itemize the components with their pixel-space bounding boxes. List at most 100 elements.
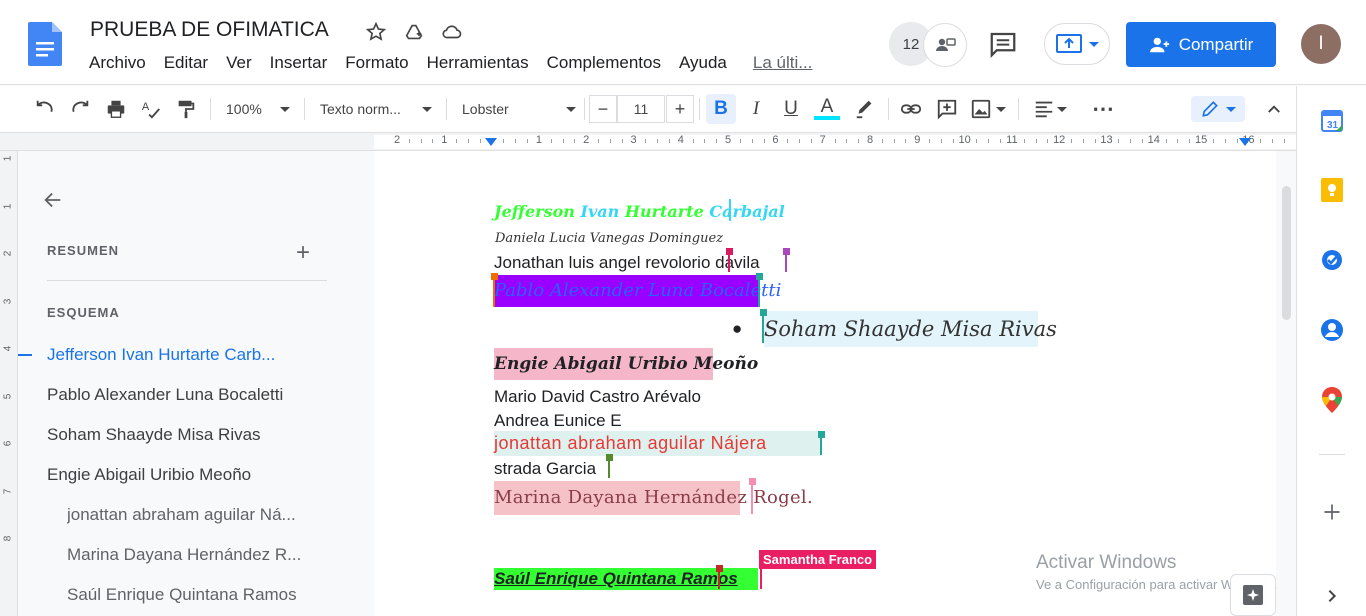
- ruler-tick: [479, 139, 481, 143]
- outline-item[interactable]: jonattan abraham aguilar Ná...: [67, 505, 317, 525]
- outline-item[interactable]: Jefferson Ivan Hurtarte Carb...: [47, 345, 347, 365]
- outline-item[interactable]: Engie Abigail Uribio Meoño: [47, 465, 347, 485]
- ruler-tick: [976, 139, 978, 143]
- menu-editar[interactable]: Editar: [155, 53, 217, 73]
- present-button[interactable]: [1044, 23, 1110, 65]
- paragraph-style-select[interactable]: Texto norm...: [316, 96, 436, 122]
- document-page[interactable]: Jefferson Ivan Hurtarte Carbajal Daniela…: [374, 151, 1276, 616]
- outline-item[interactable]: Marina Dayana Hernández R...: [67, 545, 317, 565]
- ruler-tick: [668, 139, 670, 143]
- menu-ver[interactable]: Ver: [217, 53, 261, 73]
- underline-button[interactable]: U: [777, 96, 805, 122]
- document-title[interactable]: PRUEBA DE OFIMATICA: [90, 18, 329, 42]
- paragraph-line[interactable]: strada Garcia: [494, 459, 596, 479]
- paragraph-line[interactable]: Mario David Castro Arévalo: [494, 387, 701, 407]
- divider: [47, 280, 327, 281]
- menu-complementos[interactable]: Complementos: [538, 53, 670, 73]
- paragraph-line[interactable]: Jefferson Ivan Hurtarte Carbajal: [494, 202, 785, 221]
- ruler-tick: [952, 139, 954, 143]
- tasks-icon[interactable]: [1319, 247, 1345, 273]
- maps-icon[interactable]: [1319, 387, 1345, 413]
- ruler-number: 4: [2, 345, 14, 352]
- menu-formato[interactable]: Formato: [336, 53, 417, 73]
- pencil-icon: [1202, 101, 1218, 117]
- ruler-tick: [929, 139, 931, 143]
- chevron-right-icon[interactable]: [1319, 583, 1345, 609]
- keep-icon[interactable]: [1319, 177, 1345, 203]
- add-addon-icon[interactable]: [1319, 499, 1345, 525]
- ruler-number: 1: [2, 155, 14, 162]
- ruler-tick: [1224, 139, 1226, 143]
- highlight-icon[interactable]: [852, 96, 878, 122]
- more-options-icon[interactable]: ⋯: [1090, 96, 1116, 122]
- back-arrow-icon[interactable]: [40, 189, 66, 216]
- outline-item[interactable]: Saúl Enrique Quintana Ramos: [67, 585, 317, 605]
- text-color-button[interactable]: A: [812, 96, 842, 122]
- explore-button[interactable]: [1230, 574, 1276, 616]
- ruler-tick: [692, 139, 694, 143]
- outline-item[interactable]: Pablo Alexander Luna Bocaletti: [47, 385, 347, 405]
- font-size-input[interactable]: 11: [617, 95, 665, 123]
- paragraph-line[interactable]: Andrea Eunice E: [494, 411, 622, 431]
- watermark-title: Activar Windows: [1036, 552, 1177, 573]
- align-icon[interactable]: [1030, 96, 1070, 122]
- ruler-tick: [1130, 139, 1132, 143]
- paragraph-line[interactable]: Engie Abigail Uribio Meoño: [494, 348, 758, 380]
- redo-icon[interactable]: [67, 96, 93, 122]
- document-canvas[interactable]: Jefferson Ivan Hurtarte Carbajal Daniela…: [374, 151, 1296, 616]
- chevron-up-icon[interactable]: [1262, 96, 1286, 122]
- insert-image-icon[interactable]: [968, 96, 1008, 122]
- add-summary-button[interactable]: +: [296, 239, 310, 267]
- star-icon[interactable]: [364, 20, 388, 44]
- zoom-select[interactable]: 100%: [222, 96, 294, 122]
- outline-item[interactable]: Soham Shaayde Misa Rivas: [47, 425, 347, 445]
- menu-ayuda[interactable]: Ayuda: [670, 53, 736, 73]
- paragraph-line[interactable]: Daniela Lucia Vanegas Dominguez: [495, 231, 723, 246]
- chevron-down-icon: [1057, 106, 1067, 112]
- menu-archivo[interactable]: Archivo: [80, 53, 155, 73]
- calendar-icon[interactable]: 31: [1319, 108, 1345, 134]
- bold-button[interactable]: B: [706, 94, 736, 124]
- move-to-drive-icon[interactable]: [402, 20, 426, 44]
- share-button[interactable]: Compartir: [1126, 22, 1276, 67]
- increase-font-size-button[interactable]: +: [666, 95, 694, 123]
- undo-icon[interactable]: [32, 96, 58, 122]
- font-select[interactable]: Lobster: [458, 96, 580, 122]
- paragraph-line[interactable]: Marina Dayana Hernández Rogel.: [494, 481, 813, 515]
- document-outline: RESUMEN + ESQUEMA Jefferson Ivan Hurtart…: [18, 151, 374, 616]
- menu-herramientas[interactable]: Herramientas: [418, 53, 538, 73]
- left-indent-marker[interactable]: [485, 138, 497, 146]
- paragraph-line[interactable]: Jonathan luis angel revolorio davila: [494, 253, 760, 273]
- text-color-swatch: [814, 116, 840, 120]
- contacts-icon[interactable]: [1319, 317, 1345, 343]
- people-icon[interactable]: [923, 23, 967, 67]
- docs-app: PRUEBA DE OFIMATICA Archivo Editar Ver I…: [0, 0, 1366, 616]
- cloud-saved-icon[interactable]: [440, 20, 464, 44]
- ruler-number: 6: [2, 440, 14, 447]
- collaborators[interactable]: 12: [889, 22, 969, 67]
- chevron-down-icon: [996, 106, 1006, 112]
- ruler-tick: [527, 139, 529, 143]
- horizontal-ruler[interactable]: 2 1 1 2 3 4 5 6 7 8 9 10 11 12 13 14 15 16: [0, 133, 1296, 151]
- ruler-tick: [988, 139, 990, 143]
- add-comment-icon[interactable]: [934, 96, 960, 122]
- spellcheck-icon[interactable]: A: [138, 96, 164, 122]
- right-indent-marker[interactable]: [1239, 138, 1251, 146]
- menu-insertar[interactable]: Insertar: [261, 53, 337, 73]
- ruler-number: 5: [725, 134, 732, 146]
- avatar[interactable]: I: [1301, 24, 1341, 64]
- italic-button[interactable]: I: [742, 96, 770, 122]
- editing-mode-button[interactable]: [1191, 96, 1245, 122]
- docs-logo-icon[interactable]: [28, 22, 62, 66]
- paint-format-icon[interactable]: [173, 96, 199, 122]
- decrease-font-size-button[interactable]: −: [589, 95, 617, 123]
- last-edit-link[interactable]: La últi...: [744, 53, 822, 73]
- print-icon[interactable]: [103, 96, 129, 122]
- paragraph-line[interactable]: Pablo Alexander Luna Bocaletti: [494, 275, 781, 307]
- comment-history-icon[interactable]: [988, 29, 1018, 64]
- paragraph-line[interactable]: Soham Shaayde Misa Rivas: [764, 311, 1057, 347]
- link-icon[interactable]: [898, 96, 924, 122]
- ruler-number: 1: [535, 134, 542, 146]
- scrollbar-thumb[interactable]: [1282, 186, 1291, 320]
- paragraph-line[interactable]: jonattan abraham aguilar Nájera: [494, 431, 822, 456]
